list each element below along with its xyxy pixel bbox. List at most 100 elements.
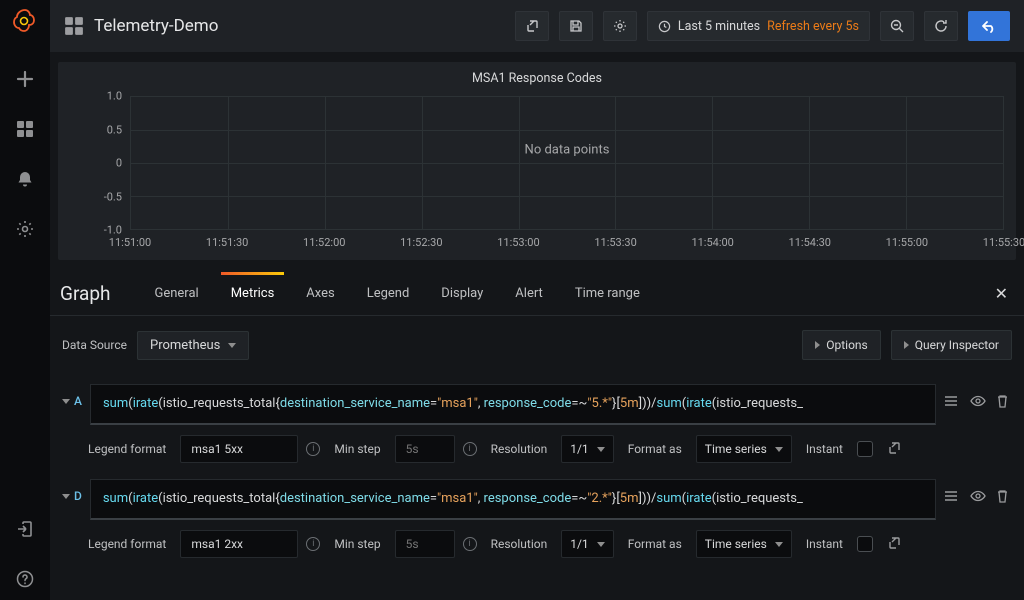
instant-checkbox[interactable] bbox=[857, 536, 873, 552]
y-tick-label: -0.5 bbox=[104, 190, 122, 203]
chart-panel: MSA1 Response Codes No data points -1.0 -… bbox=[58, 62, 1016, 260]
chart-no-data-message: No data points bbox=[525, 142, 610, 157]
query-options-button[interactable]: Options bbox=[802, 330, 881, 360]
x-tick-label: 11:54:00 bbox=[691, 236, 733, 249]
clock-icon bbox=[658, 20, 671, 33]
refresh-interval-label: Refresh every 5s bbox=[767, 19, 859, 34]
query-menu-icon[interactable] bbox=[944, 394, 960, 410]
format-as-label: Format as bbox=[628, 537, 682, 551]
tab-general[interactable]: General bbox=[138, 272, 214, 316]
tab-alert[interactable]: Alert bbox=[499, 272, 559, 316]
chevron-down-icon bbox=[62, 399, 70, 404]
query-block: Asum(irate(istio_requests_total{destinat… bbox=[62, 384, 1012, 463]
y-tick-label: 0.5 bbox=[107, 123, 122, 136]
dashboards-icon[interactable] bbox=[14, 118, 36, 140]
grafana-logo-icon[interactable] bbox=[10, 6, 40, 36]
format-as-select[interactable]: Time series bbox=[696, 530, 792, 558]
time-range-label: Last 5 minutes bbox=[678, 19, 760, 34]
dashboard-title[interactable]: Telemetry-Demo bbox=[94, 16, 218, 36]
legend-format-label: Legend format bbox=[88, 442, 166, 456]
tab-legend[interactable]: Legend bbox=[351, 272, 426, 316]
x-tick-label: 11:51:00 bbox=[109, 236, 151, 249]
format-as-select[interactable]: Time series bbox=[696, 435, 792, 463]
query-toggle[interactable]: D bbox=[62, 479, 82, 503]
min-step-input[interactable] bbox=[395, 435, 455, 463]
min-step-label: Min step bbox=[334, 442, 380, 456]
y-tick-label: 0 bbox=[116, 157, 122, 170]
tab-time-range[interactable]: Time range bbox=[559, 272, 656, 316]
resolution-label: Resolution bbox=[491, 442, 548, 456]
x-tick-label: 11:53:00 bbox=[497, 236, 539, 249]
x-tick-label: 11:54:30 bbox=[789, 236, 831, 249]
instant-label: Instant bbox=[806, 442, 843, 456]
panel-type-title[interactable]: Graph bbox=[56, 282, 120, 305]
query-expression-input[interactable]: sum(irate(istio_requests_total{destinati… bbox=[90, 479, 936, 520]
resolution-select[interactable]: 1/1 bbox=[561, 530, 613, 558]
query-letter: A bbox=[74, 394, 82, 408]
query-letter: D bbox=[74, 489, 82, 503]
legend-format-input[interactable] bbox=[180, 530, 298, 558]
info-icon[interactable]: i bbox=[306, 442, 320, 456]
time-range-picker[interactable]: Last 5 minutes Refresh every 5s bbox=[647, 11, 870, 41]
zoom-out-button[interactable] bbox=[880, 11, 914, 41]
y-tick-label: -1.0 bbox=[104, 224, 122, 237]
x-tick-label: 11:55:00 bbox=[886, 236, 928, 249]
chevron-right-icon bbox=[904, 341, 909, 349]
min-step-input[interactable] bbox=[395, 530, 455, 558]
help-icon[interactable] bbox=[14, 568, 36, 590]
gear-icon[interactable] bbox=[14, 218, 36, 240]
query-toggle[interactable]: A bbox=[62, 384, 82, 408]
chart-title: MSA1 Response Codes bbox=[58, 62, 1016, 86]
query-menu-icon[interactable] bbox=[944, 489, 960, 505]
refresh-button[interactable] bbox=[924, 11, 958, 41]
datasource-label: Data Source bbox=[62, 338, 127, 352]
chevron-down-icon bbox=[228, 343, 236, 348]
x-tick-label: 11:55:30 bbox=[983, 236, 1024, 249]
query-visibility-icon[interactable] bbox=[970, 489, 986, 505]
chevron-down-icon bbox=[597, 542, 605, 547]
query-delete-icon[interactable] bbox=[996, 394, 1012, 410]
external-link-icon[interactable] bbox=[887, 536, 903, 552]
panel-editor: Graph GeneralMetricsAxesLegendDisplayAle… bbox=[50, 272, 1024, 558]
x-tick-label: 11:52:00 bbox=[303, 236, 345, 249]
info-icon[interactable]: i bbox=[463, 537, 477, 551]
resolution-select[interactable]: 1/1 bbox=[561, 435, 613, 463]
x-tick-label: 11:52:30 bbox=[400, 236, 442, 249]
external-link-icon[interactable] bbox=[887, 441, 903, 457]
topbar: Telemetry-Demo Last 5 minutes Refresh ev… bbox=[50, 0, 1024, 52]
chevron-down-icon bbox=[775, 542, 783, 547]
save-button[interactable] bbox=[559, 11, 593, 41]
close-editor-button[interactable]: ✕ bbox=[985, 284, 1018, 303]
query-inspector-button[interactable]: Query Inspector bbox=[891, 330, 1012, 360]
chevron-down-icon bbox=[62, 494, 70, 499]
query-delete-icon[interactable] bbox=[996, 489, 1012, 505]
back-button[interactable] bbox=[968, 11, 1010, 41]
info-icon[interactable]: i bbox=[463, 442, 477, 456]
query-block: Dsum(irate(istio_requests_total{destinat… bbox=[62, 479, 1012, 558]
share-button[interactable] bbox=[515, 11, 549, 41]
format-as-label: Format as bbox=[628, 442, 682, 456]
instant-checkbox[interactable] bbox=[857, 441, 873, 457]
chevron-right-icon bbox=[815, 341, 820, 349]
legend-format-input[interactable] bbox=[180, 435, 298, 463]
legend-format-label: Legend format bbox=[88, 537, 166, 551]
signin-icon[interactable] bbox=[14, 518, 36, 540]
tab-metrics[interactable]: Metrics bbox=[215, 272, 291, 316]
tab-display[interactable]: Display bbox=[425, 272, 499, 316]
x-tick-label: 11:51:30 bbox=[206, 236, 248, 249]
chevron-down-icon bbox=[597, 447, 605, 452]
plus-icon[interactable] bbox=[14, 68, 36, 90]
tab-axes[interactable]: Axes bbox=[290, 272, 350, 316]
datasource-select[interactable]: Prometheus bbox=[137, 331, 249, 360]
settings-button[interactable] bbox=[603, 11, 637, 41]
y-tick-label: 1.0 bbox=[107, 90, 122, 103]
chevron-down-icon bbox=[775, 447, 783, 452]
resolution-label: Resolution bbox=[491, 537, 548, 551]
min-step-label: Min step bbox=[334, 537, 380, 551]
alert-bell-icon[interactable] bbox=[14, 168, 36, 190]
info-icon[interactable]: i bbox=[306, 537, 320, 551]
sidebar bbox=[0, 0, 50, 600]
dashboard-grid-icon[interactable] bbox=[64, 16, 84, 36]
query-expression-input[interactable]: sum(irate(istio_requests_total{destinati… bbox=[90, 384, 936, 425]
query-visibility-icon[interactable] bbox=[970, 394, 986, 410]
